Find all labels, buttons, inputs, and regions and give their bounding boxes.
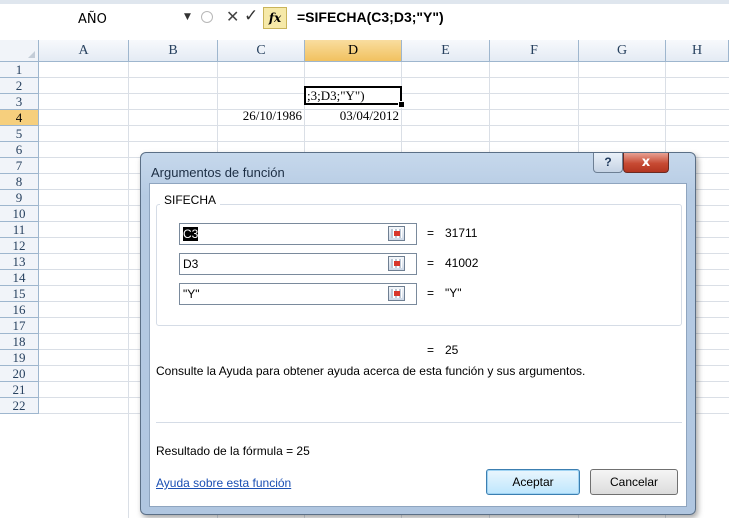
formula-input[interactable]: =SIFECHA(C3;D3;"Y") — [297, 9, 444, 25]
column-header-h[interactable]: H — [666, 40, 729, 62]
cancel-button[interactable]: Cancelar — [590, 469, 678, 495]
row-header-18[interactable]: 18 — [0, 334, 39, 350]
row-header-20[interactable]: 20 — [0, 366, 39, 382]
dialog-body: SIFECHA C3 = 31711 D3 = 41002 "Y" = "Y" — [149, 183, 687, 507]
row-header-11[interactable]: 11 — [0, 222, 39, 238]
row-header-12[interactable]: 12 — [0, 238, 39, 254]
cell-d3[interactable]: 03/04/2012 — [305, 108, 399, 124]
argument-input-1[interactable]: C3 — [179, 223, 417, 245]
row-gridline — [39, 125, 729, 126]
row-header-22[interactable]: 22 — [0, 398, 39, 414]
column-header-g[interactable]: G — [579, 40, 666, 62]
column-header-a[interactable]: A — [39, 40, 129, 62]
row-gridline — [39, 141, 729, 142]
row-header-17[interactable]: 17 — [0, 318, 39, 334]
row-header-10[interactable]: 10 — [0, 206, 39, 222]
select-all-corner[interactable] — [0, 40, 39, 62]
row-header-2[interactable]: 2 — [0, 78, 39, 94]
function-arguments-dialog: Argumentos de función ? x SIFECHA C3 = 3… — [140, 152, 696, 515]
name-box-value[interactable]: AÑO — [78, 12, 107, 27]
argument-input-3-text: "Y" — [183, 287, 200, 301]
help-button[interactable]: ? — [593, 153, 623, 173]
divider — [156, 422, 682, 423]
row-header-15[interactable]: 15 — [0, 286, 39, 302]
row-header-9[interactable]: 9 — [0, 190, 39, 206]
column-header-f[interactable]: F — [490, 40, 579, 62]
dialog-title: Argumentos de función — [151, 165, 285, 180]
enter-entry-icon[interactable]: ✓ — [244, 6, 258, 26]
function-result-value: 25 — [445, 343, 459, 357]
argument-result-1: 31711 — [445, 226, 478, 240]
row-header-14[interactable]: 14 — [0, 270, 39, 286]
row-header-19[interactable]: 19 — [0, 350, 39, 366]
row-header-3[interactable]: 3 — [0, 94, 39, 110]
row-header-5[interactable]: 5 — [0, 126, 39, 142]
function-result-equals: = — [427, 343, 435, 357]
row-header-1[interactable]: 1 — [0, 62, 39, 78]
help-link[interactable]: Ayuda sobre esta función — [156, 476, 291, 490]
close-button[interactable]: x — [623, 153, 669, 173]
formula-bar: AÑO ▼ ✕ ✓ fx =SIFECHA(C3;D3;"Y") — [0, 0, 729, 41]
function-name-label: SIFECHA — [160, 193, 221, 207]
argument-row-3: "Y" = "Y" — [179, 283, 579, 305]
collapse-dialog-icon[interactable] — [388, 226, 405, 241]
collapse-dialog-icon[interactable] — [388, 286, 405, 301]
ribbon-edge — [0, 0, 729, 4]
row-gridline — [39, 77, 729, 78]
row-header-16[interactable]: 16 — [0, 302, 39, 318]
argument-result-2: 41002 — [445, 256, 479, 270]
insert-function-button[interactable]: fx — [263, 7, 287, 29]
cancel-entry-icon[interactable]: ✕ — [226, 7, 239, 26]
collapse-dialog-icon[interactable] — [388, 256, 405, 271]
name-box-dropdown-icon[interactable]: ▼ — [184, 12, 191, 22]
argument-row-1: C3 = 31711 — [179, 223, 579, 245]
row-header-21[interactable]: 21 — [0, 382, 39, 398]
row-header-7[interactable]: 7 — [0, 158, 39, 174]
active-cell-d4[interactable]: ;3;D3;"Y") — [304, 86, 402, 105]
column-header-b[interactable]: B — [129, 40, 218, 62]
row-header-13[interactable]: 13 — [0, 254, 39, 270]
cell-c3[interactable]: 26/10/1986 — [218, 108, 302, 124]
formula-result: Resultado de la fórmula = 25 — [156, 444, 310, 458]
column-headers: A B C D E F G H — [0, 40, 729, 62]
column-gridline — [128, 62, 129, 518]
column-header-e[interactable]: E — [402, 40, 490, 62]
argument-input-1-selected: C3 — [183, 227, 199, 241]
column-header-d[interactable]: D — [305, 40, 402, 62]
argument-equals: = — [427, 256, 435, 270]
argument-row-2: D3 = 41002 — [179, 253, 579, 275]
argument-equals: = — [427, 226, 435, 240]
argument-input-2-text: D3 — [183, 257, 199, 271]
ok-button[interactable]: Aceptar — [486, 469, 580, 495]
name-box[interactable]: AÑO — [0, 8, 160, 32]
row-header-8[interactable]: 8 — [0, 174, 39, 190]
argument-result-3: "Y" — [445, 286, 462, 300]
argument-input-3[interactable]: "Y" — [179, 283, 417, 305]
column-header-c[interactable]: C — [218, 40, 305, 62]
fill-handle[interactable] — [398, 101, 405, 108]
argument-equals: = — [427, 286, 435, 300]
function-description: Consulte la Ayuda para obtener ayuda ace… — [156, 364, 586, 378]
argument-input-2[interactable]: D3 — [179, 253, 417, 275]
row-header-6[interactable]: 6 — [0, 142, 39, 158]
row-header-4[interactable]: 4 — [0, 110, 39, 126]
formula-bar-divider-icon — [201, 11, 213, 23]
